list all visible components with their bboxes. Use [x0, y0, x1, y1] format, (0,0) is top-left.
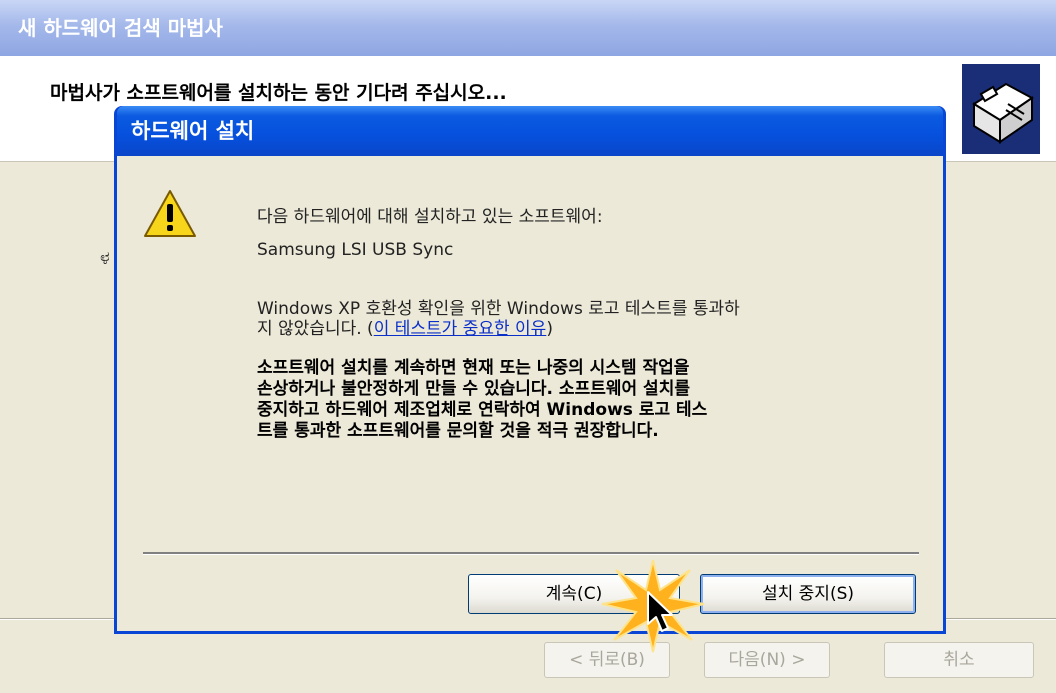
logo-test-prefix: 지 않았습니다. (	[257, 319, 374, 339]
warning-line-3: 중지하고 하드웨어 제조업체로 연락하여 Windows 로고 테스	[257, 400, 708, 420]
dialog-separator	[143, 552, 919, 555]
logo-test-text-line2: 지 않았습니다. (이 테스트가 중요한 이유)	[257, 314, 553, 339]
cancel-button[interactable]: 취소	[884, 642, 1034, 678]
hardware-wizard-icon	[962, 64, 1040, 154]
mouse-pointer-icon	[646, 590, 674, 634]
wizard-header-text: 마법사가 소프트웨어를 설치하는 동안 기다려 주십시오...	[50, 82, 507, 104]
warning-line-4: 트를 통과한 소프트웨어를 문의할 것을 적극 권장합니다.	[257, 421, 659, 441]
hardware-install-dialog: 하드웨어 설치 다음 하드웨어에 대해 설치하고 있는 소프트웨어: Samsu…	[114, 106, 946, 634]
logo-test-suffix: )	[546, 319, 553, 339]
dialog-title-bar: 하드웨어 설치	[117, 106, 943, 156]
warning-line-1: 소프트웨어 설치를 계속하면 현재 또는 나중의 시스템 작업을	[257, 358, 690, 378]
wizard-body-fragment: ಳ	[100, 248, 110, 269]
install-intro-text: 다음 하드웨어에 대해 설치하고 있는 소프트웨어:	[257, 207, 603, 227]
warning-line-2: 손상하거나 불안정하게 만들 수 있습니다. 소프트웨어 설치를	[257, 379, 690, 399]
warning-triangle-icon	[143, 188, 197, 240]
dialog-body: 다음 하드웨어에 대해 설치하고 있는 소프트웨어: Samsung LSI U…	[117, 156, 943, 631]
wizard-title-bar: 새 하드웨어 검색 마법사	[0, 0, 1056, 56]
next-button[interactable]: 다음(N) >	[704, 642, 830, 678]
stop-install-button[interactable]: 설치 중지(S)	[700, 574, 916, 614]
why-test-important-link[interactable]: 이 테스트가 중요한 이유	[374, 319, 547, 339]
device-name: Samsung LSI USB Sync	[257, 240, 454, 260]
